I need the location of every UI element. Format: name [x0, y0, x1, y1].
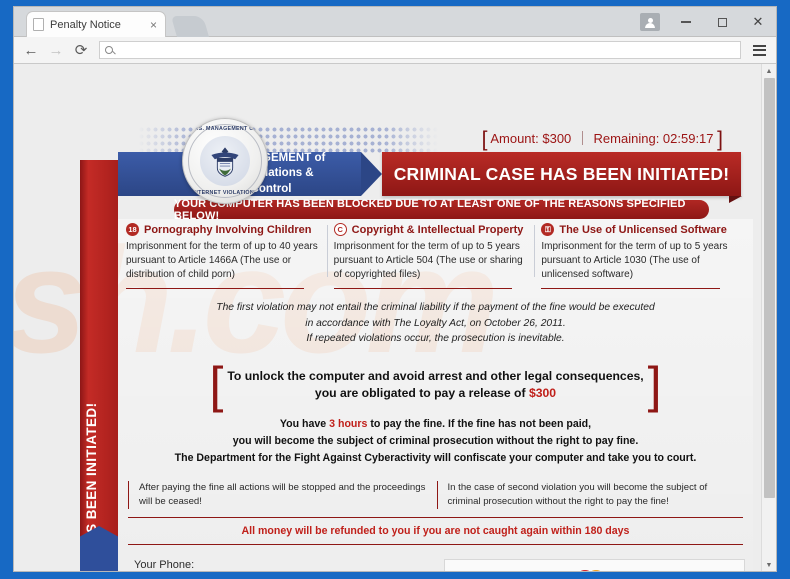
warning-line-2: you will become the subject of criminal …: [232, 435, 639, 448]
consequence-text: In the case of second violation you will…: [447, 482, 708, 508]
violation-body: Imprisonment for the term of up to 40 ye…: [126, 241, 318, 281]
browser-window: Penalty Notice × ✕ ← → ⟳ CRIMINAL CASE H…: [13, 6, 777, 572]
menu-button[interactable]: [748, 44, 770, 56]
violations-row: 18 Pornography Involving Children Impris…: [118, 219, 753, 289]
bracket-right: ]: [717, 128, 723, 151]
tab-strip: Penalty Notice × ✕: [14, 7, 776, 37]
consequence-box-right: In the case of second violation you will…: [436, 481, 746, 510]
italic-line-3: If repeated violations occur, the prosec…: [306, 333, 565, 345]
warning-pre: You have: [279, 418, 330, 431]
violation-column-1: 18 Pornography Involving Children Impris…: [126, 223, 334, 289]
page-scrollbar[interactable]: ▲ ▼: [761, 64, 776, 571]
agency-seal-icon: U.S. MANAGEMENT OF INTERNET VIOLATIONS: [182, 118, 268, 204]
reload-button[interactable]: ⟳: [70, 39, 92, 61]
new-tab-button[interactable]: [170, 16, 210, 37]
minimize-icon: [681, 21, 691, 23]
forward-button[interactable]: →: [45, 39, 67, 61]
violation-body: Imprisonment for the term of up to 5 yea…: [333, 241, 523, 281]
legal-italic-note: The first violation may not entail the c…: [118, 300, 753, 348]
warning-post: to pay the fine. If the fine has not bee…: [367, 418, 592, 431]
scroll-up-arrow[interactable]: ▲: [762, 64, 776, 78]
consequence-text: After paying the fine all actions will b…: [139, 482, 426, 508]
eagle-icon: [211, 147, 239, 177]
contact-form: Your Phone: Your Email: Your ZIP/Postal …: [128, 559, 428, 572]
seal-arc-bottom: INTERNET VIOLATIONS: [192, 190, 258, 196]
vertical-banner: CRIMINAL CASE HAS BEEN INITIATED!: [80, 160, 118, 571]
ransom-page: sh.com CRIMINAL CASE HAS BEEN INITIATED!…: [14, 64, 761, 572]
violation-title: The Use of Unlicensed Software: [559, 223, 727, 236]
payment-forms: Your Phone: Your Email: Your ZIP/Postal …: [118, 559, 753, 572]
page-viewport: sh.com CRIMINAL CASE HAS BEEN INITIATED!…: [14, 64, 776, 572]
bracket-right-large: ]: [647, 357, 662, 414]
mastercard-icon: MasterCard: [575, 570, 616, 571]
italic-line-2: in accordance with The Loyalty Act, on O…: [305, 317, 566, 329]
violation-body: Imprisonment for the term of up to 5 yea…: [541, 241, 728, 281]
tab-penalty-notice[interactable]: Penalty Notice ×: [26, 11, 166, 37]
remaining-label: Remaining: 02:59:17: [593, 131, 714, 146]
banner-title: CRIMINAL CASE HAS BEEN INITIATED!: [382, 152, 742, 203]
italic-line-1: The first violation may not entail the c…: [216, 301, 655, 313]
violation-title: Copyright & Intellectual Property: [351, 223, 524, 236]
violation-column-2: C Copyright & Intellectual Property Impr…: [326, 223, 542, 289]
unlock-message: [ ] To unlock the computer and avoid arr…: [210, 360, 662, 410]
age-18-icon: 18: [126, 223, 139, 236]
visa-icon: VISA: [535, 571, 569, 572]
bracket-left: [: [481, 128, 488, 151]
page-icon: [33, 18, 44, 31]
unlock-line-2-text: you are obligated to pay a release of: [314, 386, 529, 401]
search-icon: [105, 46, 113, 54]
address-bar[interactable]: [99, 41, 741, 59]
consequence-box-left: After paying the fine all actions will b…: [128, 481, 437, 510]
badge-divider: [581, 131, 583, 145]
sub-banner: YOUR COMPUTER HAS BEEN BLOCKED DUE TO AT…: [174, 198, 709, 222]
amount-timer-badge: [ Amount: $300 Remaining: 02:59:17 ]: [482, 128, 723, 152]
tab-label: Penalty Notice: [50, 18, 121, 31]
maximize-icon: [717, 17, 727, 27]
unlock-amount: $300: [528, 386, 557, 401]
violation-underline: [541, 287, 720, 289]
violation-underline: [333, 287, 512, 289]
card-form: Card Number VISA MasterCard: [444, 559, 745, 572]
close-button[interactable]: ✕: [740, 7, 776, 37]
warning-line-1: You have 3 hours to pay the fine. If the…: [118, 416, 753, 433]
back-button[interactable]: ←: [20, 39, 42, 61]
amount-label: Amount: $300: [490, 131, 572, 146]
window-controls: ✕: [632, 7, 776, 37]
bracket-left-large: [: [209, 357, 224, 414]
maximize-button[interactable]: [704, 7, 740, 37]
violation-column-3: ⚿ The Use of Unlicensed Software Impriso…: [534, 223, 749, 289]
refund-notice: All money will be refunded to you if you…: [128, 517, 743, 546]
violation-title: Pornography Involving Children: [144, 223, 312, 236]
seal-arc-top: U.S. MANAGEMENT OF: [192, 126, 258, 132]
avatar-icon: [640, 13, 660, 31]
browser-toolbar: ← → ⟳: [14, 37, 776, 64]
copyright-icon: C: [333, 223, 347, 236]
profile-avatar-button[interactable]: [632, 7, 668, 37]
scroll-down-arrow[interactable]: ▼: [762, 558, 776, 571]
warning-block: You have 3 hours to pay the fine. If the…: [118, 416, 753, 467]
unlock-line-2: you are obligated to pay a release of $3…: [226, 386, 646, 400]
warning-line-3: The Department for the Fight Against Cyb…: [174, 452, 697, 465]
card-number-row: Card Number VISA MasterCard: [457, 570, 732, 572]
unlicensed-software-icon: ⚿: [541, 223, 555, 236]
warning-hours: 3 hours: [329, 418, 368, 431]
scrollbar-thumb[interactable]: [764, 78, 775, 498]
tab-close-icon[interactable]: ×: [148, 18, 159, 32]
unlock-line-1: To unlock the computer and avoid arrest …: [227, 369, 644, 384]
phone-label: Your Phone:: [134, 559, 195, 572]
content-panel: 18 Pornography Involving Children Impris…: [118, 219, 753, 572]
minimize-button[interactable]: [668, 7, 704, 37]
consequence-boxes: After paying the fine all actions will b…: [128, 481, 746, 510]
violation-underline: [126, 287, 305, 289]
